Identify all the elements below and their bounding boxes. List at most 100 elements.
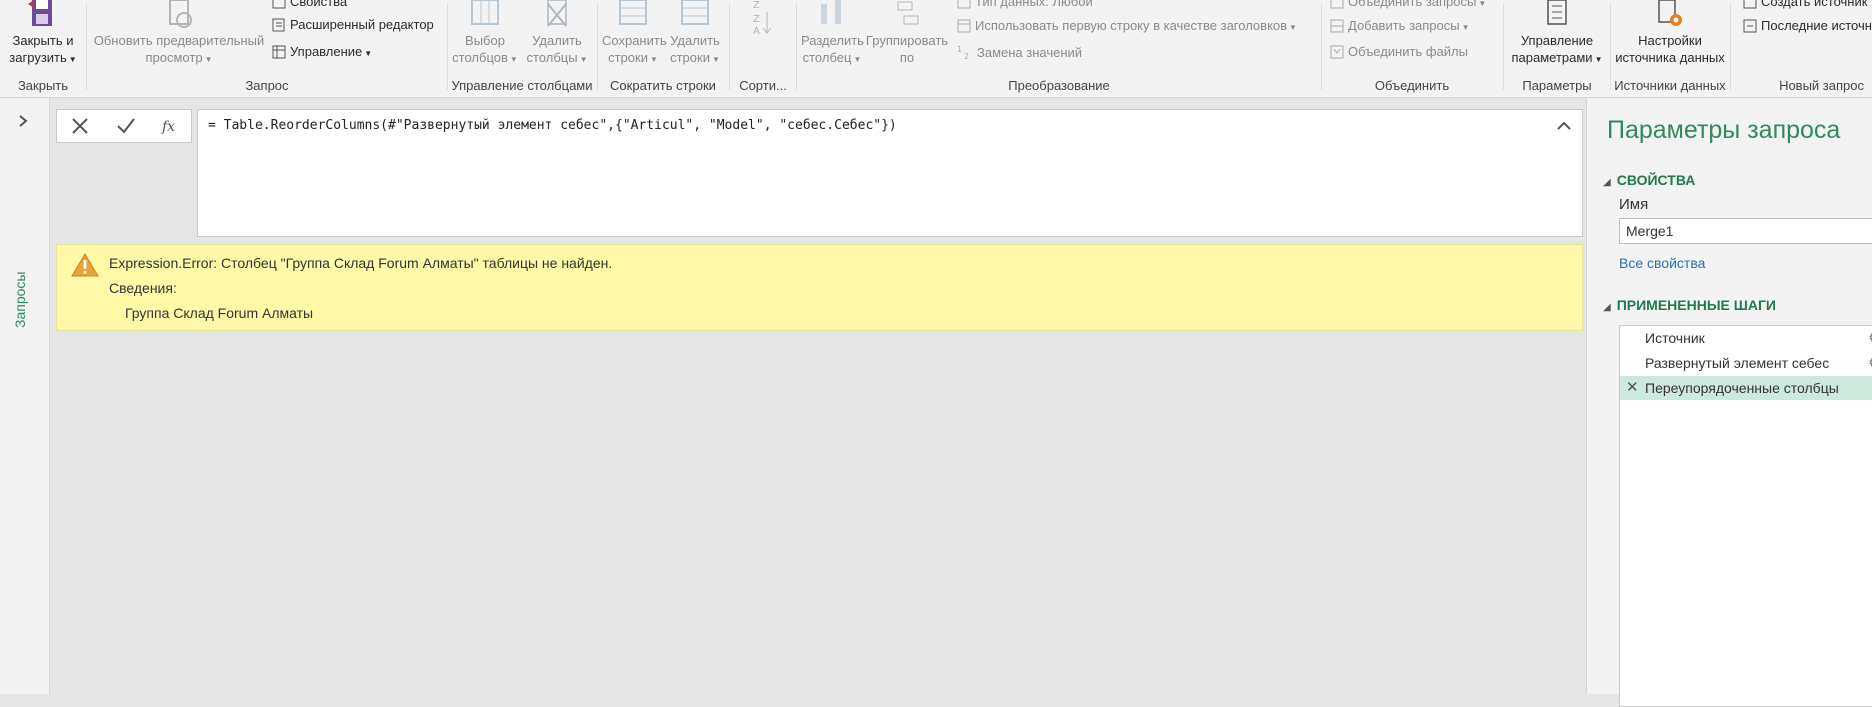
group-label-transform: Преобразование [1008, 78, 1110, 93]
manage-icon [272, 45, 286, 59]
gear-icon[interactable]: ⚙ [1868, 326, 1872, 350]
query-settings-pane: Параметры запроса ◢ СВОЙСТВА Имя Все свой… [1586, 98, 1872, 707]
error-detail: Группа Склад Forum Алматы [125, 305, 314, 321]
recent-sources-button[interactable]: Последние источники [1743, 18, 1872, 34]
refresh-preview-button[interactable]: Обновить предварительный просмотр ▼ [91, 0, 267, 68]
advanced-editor-button[interactable]: Расширенный редактор [272, 17, 434, 33]
chevron-right-icon[interactable] [16, 114, 30, 128]
choose-columns-button[interactable]: Выбор столбцов ▼ [452, 0, 518, 68]
split-column-label-1: Разделить [801, 33, 864, 48]
remove-columns-label-2: столбцы [526, 50, 578, 65]
data-type-icon [957, 0, 971, 9]
append-queries-icon [1330, 19, 1344, 33]
error-banner: Expression.Error: Столбец "Группа Склад … [56, 244, 1583, 331]
chevron-down-icon: ▼ [204, 55, 213, 64]
close-load-button[interactable]: Закрыть и загрузить ▼ [6, 0, 80, 68]
use-first-row-icon [957, 19, 971, 33]
split-column-label-2: столбец [802, 50, 852, 65]
data-source-settings-button[interactable]: Настройки источника данных [1615, 0, 1725, 66]
remove-rows-button[interactable]: Удалить строки ▼ [664, 0, 726, 68]
group-manage-columns: Выбор столбцов ▼ Удалить столбцы ▼ Управле… [448, 0, 596, 97]
replace-values-label: Замена значений [977, 45, 1083, 60]
group-by-icon [897, 1, 919, 25]
confirm-formula-button[interactable] [115, 116, 137, 136]
svg-text:1: 1 [957, 45, 962, 54]
insert-function-button[interactable]: fx [159, 116, 181, 136]
step-expanded-element[interactable]: Развернутый элемент себес ⚙ [1620, 351, 1872, 375]
fx-icon: fx [161, 119, 175, 135]
group-combine: Объединить запросы ▼ Добавить запросы ▼ Об… [1322, 0, 1502, 97]
split-column-button[interactable]: Разделить столбец ▼ [801, 0, 864, 68]
append-queries-button[interactable]: Добавить запросы ▼ [1330, 18, 1470, 36]
data-type-button[interactable]: Тип данных: Любой [957, 0, 1093, 10]
group-label-reduce-rows: Сократить строки [610, 78, 716, 93]
replace-values-button[interactable]: 1 2 Замена значений [957, 44, 1082, 61]
step-reordered-columns[interactable]: ✕ Переупорядоченные столбцы [1620, 376, 1872, 400]
parameters-icon [1547, 0, 1567, 25]
svg-text:Z: Z [753, 0, 760, 11]
recent-sources-label: Последние источники [1761, 18, 1872, 33]
group-new-query: Создать источник Последние источники Нов… [1731, 0, 1872, 97]
group-transform: Разделить столбец ▼ Группировать по Тип д… [797, 0, 1321, 97]
svg-text:Z: Z [753, 14, 760, 25]
close-load-label-1: Закрыть и [12, 33, 74, 48]
combine-files-button[interactable]: Объединить файлы [1330, 44, 1468, 60]
replace-values-icon: 12 [957, 45, 969, 61]
query-name-input[interactable] [1619, 218, 1872, 244]
choose-columns-label-2: столбцов [452, 50, 508, 65]
group-close: Закрыть и загрузить ▼ Закрыть [0, 0, 86, 97]
svg-text:A: A [753, 26, 760, 37]
remove-rows-label-2: строки [670, 50, 710, 65]
chevron-down-icon: ▼ [711, 55, 720, 64]
use-first-row-button[interactable]: Использовать первую строку в качестве за… [957, 18, 1297, 36]
chevron-down-icon: ▼ [1289, 23, 1297, 32]
group-parameters: Управление параметрами ▼ Параметры [1504, 0, 1610, 97]
group-label-parameters: Параметры [1522, 78, 1592, 93]
formula-text[interactable]: = Table.ReorderColumns(#"Развернутый эле… [208, 118, 897, 133]
gear-icon[interactable]: ⚙ [1868, 351, 1872, 375]
applied-steps-label: ПРИМЕНЕННЫЕ ШАГИ [1616, 297, 1776, 313]
group-reduce-rows: Сохранить строки ▼ Удалить строки ▼ Сократ… [598, 0, 728, 97]
advanced-editor-icon [272, 18, 285, 32]
create-source-icon [1743, 0, 1757, 9]
group-by-button[interactable]: Группировать по [865, 0, 949, 66]
keep-rows-label-2: строки [608, 50, 648, 65]
chevron-down-icon: ▼ [509, 55, 518, 64]
manage-parameters-button[interactable]: Управление параметрами ▼ [1508, 0, 1606, 68]
properties-section-label: СВОЙСТВА [1616, 172, 1696, 188]
merge-queries-label: Объединить запросы [1348, 0, 1477, 9]
all-properties-link[interactable]: Все свойства [1619, 255, 1705, 271]
merge-queries-button[interactable]: Объединить запросы ▼ [1330, 0, 1486, 12]
properties-section-header[interactable]: ◢ СВОЙСТВА [1603, 172, 1695, 188]
svg-text:2: 2 [964, 52, 969, 60]
create-source-button[interactable]: Создать источник [1743, 0, 1867, 10]
cancel-formula-button[interactable] [69, 116, 91, 136]
formula-bar[interactable]: = Table.ReorderColumns(#"Развернутый эле… [197, 109, 1583, 237]
properties-button[interactable]: Свойства [272, 0, 347, 10]
properties-icon [272, 0, 286, 9]
combine-files-icon [1330, 45, 1344, 59]
chevron-down-icon: ▼ [364, 49, 373, 58]
sort-button[interactable]: Z Z A [748, 0, 778, 40]
sort-az-icon: Z Z A [753, 0, 772, 37]
remove-columns-button[interactable]: Удалить столбцы ▼ [524, 0, 590, 68]
group-label-new-query: Новый запрос [1779, 78, 1864, 93]
recent-sources-icon [1743, 19, 1757, 33]
group-label-close: Закрыть [17, 78, 69, 93]
delete-step-icon[interactable]: ✕ [1626, 376, 1639, 400]
data-source-settings-icon [1658, 0, 1682, 26]
group-label-manage-columns: Управление столбцами [451, 78, 593, 93]
chevron-up-icon[interactable] [1556, 118, 1572, 134]
queries-pane-label[interactable]: Запросы [12, 268, 32, 328]
step-source[interactable]: Источник ⚙ [1620, 326, 1872, 350]
chevron-down-icon: ▼ [649, 55, 658, 64]
step-label: Источник [1645, 330, 1705, 346]
manage-button[interactable]: Управление ▼ [272, 44, 372, 62]
properties-label: Свойства [290, 0, 348, 9]
group-query: Обновить предварительный просмотр ▼ Свойс… [87, 0, 447, 97]
keep-rows-label-1: Сохранить [602, 33, 667, 48]
step-label: Переупорядоченные столбцы [1645, 380, 1839, 396]
applied-steps-header[interactable]: ◢ ПРИМЕНЕННЫЕ ШАГИ [1603, 297, 1776, 313]
keep-rows-button[interactable]: Сохранить строки ▼ [602, 0, 667, 68]
chevron-down-icon: ▼ [579, 55, 588, 64]
